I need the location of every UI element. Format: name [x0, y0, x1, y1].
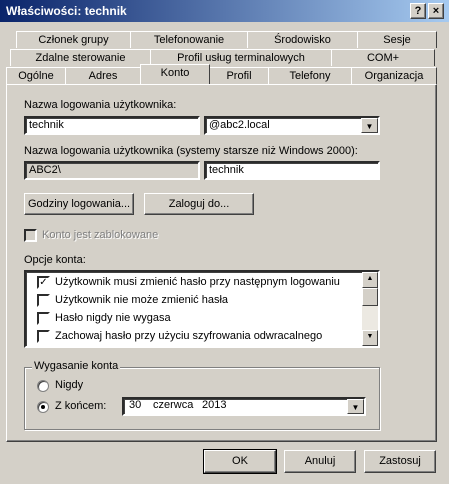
apply-button[interactable]: Zastosuj [364, 450, 436, 473]
end-of-radio[interactable] [37, 401, 49, 413]
date-day[interactable]: 30 [129, 399, 141, 411]
tab-organizacja[interactable]: Organizacja [351, 67, 437, 85]
tab-profil[interactable]: Profil [209, 67, 269, 85]
option-label-2[interactable]: Hasło nigdy nie wygasa [55, 312, 171, 324]
domain-dropdown[interactable]: @abc2.local [204, 116, 380, 135]
account-options-label: Opcje konta: [24, 254, 86, 266]
tab-telefony[interactable]: Telefony [268, 67, 352, 85]
logon-hours-button[interactable]: Godziny logowania... [24, 193, 134, 215]
option-checkbox-0[interactable]: ✓ [37, 276, 50, 289]
tab-czlonek-grupy[interactable]: Członek grupy [16, 31, 131, 48]
help-button[interactable]: ? [410, 3, 426, 19]
legacy-name-label: Nazwa logowania użytkownika (systemy sta… [24, 145, 358, 157]
tab-telefonowanie[interactable]: Telefonowanie [130, 31, 248, 48]
option-checkbox-3[interactable] [37, 330, 50, 343]
option-label-0[interactable]: Użytkownik musi zmienić hasło przy nastę… [55, 276, 340, 288]
account-locked-label: Konto jest zablokowane [42, 229, 159, 241]
logon-name-label: Nazwa logowania użytkownika: [24, 99, 177, 111]
date-month[interactable]: czerwca [153, 399, 193, 411]
tab-zdalne-sterowanie[interactable]: Zdalne sterowanie [10, 49, 151, 66]
window-title: Właściwości: technik [6, 4, 127, 18]
scroll-up-button[interactable]: ▲ [362, 272, 378, 288]
option-label-1[interactable]: Użytkownik nie może zmienić hasła [55, 294, 228, 306]
scroll-thumb[interactable] [362, 288, 378, 306]
scroll-down-button[interactable]: ▼ [362, 330, 378, 346]
option-checkbox-2[interactable] [37, 312, 50, 325]
option-checkbox-1[interactable] [37, 294, 50, 307]
date-year[interactable]: 2013 [202, 399, 226, 411]
tab-sesje[interactable]: Sesje [357, 31, 437, 48]
end-of-label[interactable]: Z końcem: [55, 400, 106, 412]
never-radio[interactable] [37, 380, 49, 392]
option-label-3[interactable]: Zachowaj hasło przy użyciu szyfrowania o… [55, 330, 322, 342]
tab-srodowisko[interactable]: Środowisko [247, 31, 358, 48]
expiration-label: Wygasanie konta [32, 360, 121, 372]
never-label[interactable]: Nigdy [55, 379, 83, 391]
cancel-button[interactable]: Anuluj [284, 450, 356, 473]
ok-button[interactable]: OK [203, 449, 277, 474]
account-locked-checkbox [24, 229, 37, 242]
legacy-domain-field: ABC2\ [24, 161, 200, 180]
tab-adres[interactable]: Adres [65, 67, 141, 85]
tab-ogolne[interactable]: Ogólne [6, 67, 66, 85]
domain-dropdown-button[interactable]: ▼ [361, 118, 378, 133]
logon-to-button[interactable]: Zaloguj do... [144, 193, 254, 215]
close-button[interactable]: × [428, 3, 444, 19]
tab-com-plus[interactable]: COM+ [331, 49, 435, 66]
date-dropdown-button[interactable]: ▼ [347, 399, 364, 414]
tab-konto[interactable]: Konto [140, 64, 210, 84]
legacy-name-input[interactable]: technik [204, 161, 380, 180]
logon-name-input[interactable]: technik [24, 116, 200, 135]
